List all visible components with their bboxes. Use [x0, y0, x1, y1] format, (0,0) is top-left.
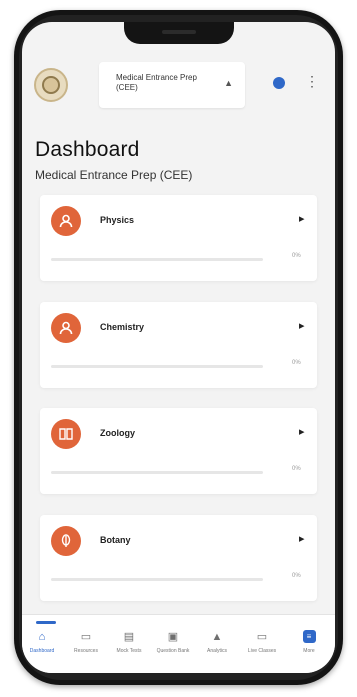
- page-title: Dashboard: [35, 138, 140, 161]
- nav-label: Mock Tests: [116, 648, 142, 654]
- subject-card-chemistry[interactable]: Chemistry ▸ 0%: [40, 302, 317, 388]
- progress-bar: [51, 578, 263, 581]
- chevron-right-icon[interactable]: ▸: [299, 532, 305, 545]
- nav-item-question-bank[interactable]: ▣ Question Bank: [155, 621, 191, 669]
- app-screen: Medical Entrance Prep (CEE) ▲ ⋮ Dashboar…: [22, 22, 335, 673]
- subject-name: Botany: [100, 535, 131, 545]
- leaf-icon: [51, 526, 81, 556]
- more-icon: ≡: [302, 630, 316, 643]
- nav-label: Analytics: [206, 648, 227, 654]
- home-icon: ⌂: [38, 631, 46, 643]
- course-selector[interactable]: Medical Entrance Prep (CEE) ▲: [99, 62, 245, 108]
- profile-icon[interactable]: [273, 77, 285, 89]
- tests-icon: ▤: [123, 631, 135, 643]
- chevron-right-icon[interactable]: ▸: [299, 212, 305, 225]
- resources-icon: ▭: [80, 631, 92, 643]
- course-selector-label: Medical Entrance Prep (CEE): [116, 73, 197, 92]
- nav-label: Resources: [74, 648, 98, 654]
- nav-item-live-classes[interactable]: ▭ Live Classes: [244, 621, 280, 669]
- progress-percent: 0%: [292, 360, 301, 366]
- app-logo-avatar[interactable]: [34, 68, 68, 102]
- subject-name: Chemistry: [100, 322, 145, 332]
- phone-notch: [124, 22, 234, 44]
- nav-label: Dashboard: [29, 648, 55, 654]
- nav-item-mock-tests[interactable]: ▤ Mock Tests: [111, 621, 147, 669]
- person-icon: [51, 313, 81, 343]
- chevron-right-icon[interactable]: ▸: [299, 319, 305, 332]
- subject-card-zoology[interactable]: Zoology ▸ 0%: [40, 408, 317, 494]
- nav-label: More: [303, 648, 315, 654]
- app-header: Medical Entrance Prep (CEE) ▲ ⋮: [22, 62, 335, 120]
- subject-name: Physics: [100, 215, 135, 225]
- progress-bar: [51, 471, 263, 474]
- person-icon: [51, 206, 81, 236]
- progress-percent: 0%: [292, 466, 301, 472]
- chevron-right-icon[interactable]: ▸: [299, 425, 305, 438]
- nav-label: Question Bank: [156, 648, 190, 654]
- progress-percent: 0%: [292, 573, 301, 579]
- analytics-icon: ▲: [211, 631, 223, 643]
- overflow-menu-icon[interactable]: ⋮: [305, 74, 319, 88]
- book-icon: [51, 419, 81, 449]
- subject-card-botany[interactable]: Botany ▸ 0%: [40, 515, 317, 601]
- nav-item-more[interactable]: ≡ More: [291, 621, 327, 669]
- subject-name: Zoology: [100, 428, 135, 438]
- nav-item-dashboard[interactable]: ⌂ Dashboard: [24, 621, 60, 669]
- speaker-grille: [162, 30, 196, 34]
- nav-item-resources[interactable]: ▭ Resources: [68, 621, 104, 669]
- progress-percent: 0%: [292, 253, 301, 259]
- dropdown-arrow-icon: ▲: [224, 78, 233, 88]
- page-subtitle: Medical Entrance Prep (CEE): [35, 168, 193, 182]
- progress-bar: [51, 258, 263, 261]
- subject-card-physics[interactable]: Physics ▸ 0%: [40, 195, 317, 281]
- question-bank-icon: ▣: [167, 631, 179, 643]
- logo-emblem: [42, 76, 60, 94]
- nav-item-analytics[interactable]: ▲ Analytics: [199, 621, 235, 669]
- progress-bar: [51, 365, 263, 368]
- bottom-navigation: ⌂ Dashboard ▭ Resources ▤ Mock Tests ▣ Q…: [22, 614, 335, 673]
- nav-label: Live Classes: [247, 648, 277, 654]
- active-tab-indicator: [36, 621, 56, 624]
- live-icon: ▭: [256, 631, 268, 643]
